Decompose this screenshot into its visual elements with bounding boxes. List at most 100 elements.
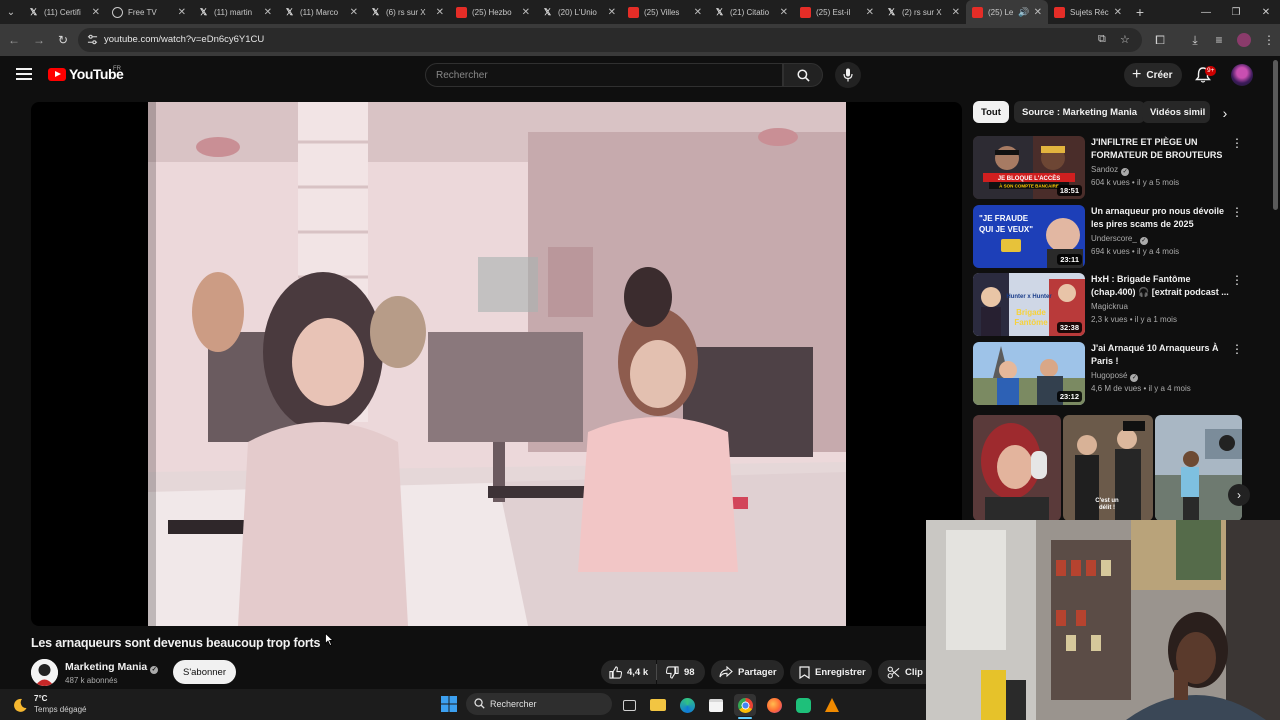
- search-box[interactable]: [425, 63, 783, 87]
- close-tab-icon[interactable]: ✕: [866, 7, 874, 18]
- extensions-icon[interactable]: ⧠: [1152, 32, 1168, 48]
- install-app-icon[interactable]: ⧉: [1098, 33, 1106, 46]
- subscribe-button[interactable]: S'abonner: [173, 660, 236, 684]
- recommended-title[interactable]: J'INFILTRE ET PIÈGE UN FORMATEUR DE BROU…: [1091, 136, 1231, 162]
- media-control-icon[interactable]: ≡: [1211, 32, 1227, 48]
- recommended-video[interactable]: "JE FRAUDE QUI JE VEUX" 23:11 Un arnaque…: [973, 205, 1253, 269]
- recommended-video[interactable]: 23:12 J'ai Arnaqué 10 Arnaqueurs À Paris…: [973, 342, 1253, 406]
- browser-tab[interactable]: (25) Est-il ✕: [794, 0, 880, 24]
- forward-icon[interactable]: →: [31, 32, 47, 48]
- weather-moon-icon[interactable]: [12, 697, 28, 713]
- url-text[interactable]: youtube.com/watch?v=eDn6cy6Y1CU: [104, 34, 264, 45]
- spotify-icon[interactable]: [792, 694, 814, 716]
- browser-tab-active[interactable]: (25) Le 🔊 ✕: [966, 0, 1048, 24]
- video-thumbnail[interactable]: "JE FRAUDE QUI JE VEUX" 23:11: [973, 205, 1085, 268]
- short-video[interactable]: [973, 415, 1061, 521]
- channel-name[interactable]: Marketing Mania ✓: [65, 661, 159, 674]
- tab-search-chevron-icon[interactable]: ⌄: [0, 0, 22, 24]
- more-options-icon[interactable]: ⋮: [1231, 273, 1243, 287]
- recommended-video[interactable]: JE BLOQUE L'ACCÈS À SON COMPTE BANCAIRE …: [973, 136, 1253, 200]
- shorts-next-button[interactable]: ›: [1228, 484, 1250, 506]
- more-options-icon[interactable]: ⋮: [1231, 342, 1243, 356]
- short-video[interactable]: [1155, 415, 1242, 521]
- close-tab-icon[interactable]: ✕: [780, 7, 788, 18]
- video-thumbnail[interactable]: Hunter x Hunter Brigade Fantôme 32:38: [973, 273, 1085, 336]
- site-info-icon[interactable]: [87, 34, 98, 45]
- close-tab-icon[interactable]: ✕: [952, 7, 960, 18]
- browser-tab[interactable]: 𝕏 (20) L'Unio ✕: [536, 0, 622, 24]
- minimize-icon[interactable]: —: [1190, 0, 1222, 24]
- recommended-title[interactable]: J'ai Arnaqué 10 Arnaqueurs À Paris !: [1091, 342, 1231, 368]
- recommended-channel[interactable]: Underscore_ ✓: [1091, 234, 1148, 245]
- chrome-icon[interactable]: [734, 694, 756, 716]
- weather-description[interactable]: Temps dégagé: [34, 705, 86, 714]
- close-tab-icon[interactable]: ✕: [694, 7, 702, 18]
- save-button[interactable]: Enregistrer: [790, 660, 872, 684]
- recommended-title[interactable]: HxH : Brigade Fantôme (chap.400) 🎧 [extr…: [1091, 273, 1231, 299]
- new-tab-button[interactable]: +: [1128, 4, 1152, 20]
- share-button[interactable]: Partager: [711, 660, 784, 684]
- close-window-icon[interactable]: ✕: [1250, 0, 1280, 24]
- close-tab-icon[interactable]: ✕: [522, 7, 530, 18]
- browser-menu-icon[interactable]: ⋮: [1261, 32, 1277, 48]
- back-icon[interactable]: ←: [6, 32, 22, 48]
- video-thumbnail[interactable]: 23:12: [973, 342, 1085, 405]
- taskbar-search[interactable]: Rechercher: [466, 693, 612, 715]
- close-tab-icon[interactable]: ✕: [608, 7, 616, 18]
- short-video[interactable]: C'est un délit !: [1063, 415, 1153, 521]
- microsoft-store-icon[interactable]: [705, 694, 727, 716]
- close-tab-icon[interactable]: ✕: [92, 7, 100, 18]
- close-tab-icon[interactable]: ✕: [178, 7, 186, 18]
- browser-tab[interactable]: (25) Villes ✕: [622, 0, 708, 24]
- download-icon[interactable]: ⤓: [1187, 32, 1203, 48]
- weather-temperature[interactable]: 7°C: [34, 694, 47, 703]
- recommended-title[interactable]: Un arnaqueur pro nous dévoile les pires …: [1091, 205, 1231, 231]
- firefox-icon[interactable]: [763, 694, 785, 716]
- recommended-channel[interactable]: Sandoz ✓: [1091, 165, 1130, 176]
- vlc-icon[interactable]: [821, 694, 843, 716]
- recommended-channel[interactable]: Hugoposé ✓: [1091, 371, 1139, 382]
- browser-tab[interactable]: 𝕏 (11) Certifi ✕: [22, 0, 106, 24]
- video-player[interactable]: [31, 102, 962, 626]
- browser-tab[interactable]: Sujets Réc ✕: [1048, 0, 1128, 24]
- restore-icon[interactable]: ❐: [1220, 0, 1252, 24]
- browser-tab[interactable]: (25) Hezbo ✕: [450, 0, 536, 24]
- more-options-icon[interactable]: ⋮: [1231, 136, 1243, 150]
- video-thumbnail[interactable]: JE BLOQUE L'ACCÈS À SON COMPTE BANCAIRE …: [973, 136, 1085, 199]
- browser-tab[interactable]: 𝕏 (2) rs sur X ✕: [880, 0, 966, 24]
- close-tab-icon[interactable]: ✕: [264, 7, 272, 18]
- menu-icon[interactable]: [16, 68, 32, 80]
- windows-start-icon[interactable]: [441, 696, 457, 712]
- chevron-right-icon[interactable]: ›: [1216, 104, 1234, 122]
- more-options-icon[interactable]: ⋮: [1231, 205, 1243, 219]
- recommended-channel[interactable]: Magickrua: [1091, 302, 1128, 311]
- account-avatar[interactable]: [1231, 64, 1253, 86]
- file-explorer-icon[interactable]: [647, 694, 669, 716]
- close-tab-icon[interactable]: ✕: [350, 7, 358, 18]
- voice-search-button[interactable]: [835, 62, 861, 88]
- browser-tab[interactable]: Free TV ✕: [106, 0, 192, 24]
- page-scrollbar[interactable]: [1273, 60, 1278, 210]
- chip-similar-videos[interactable]: Vidéos simil: [1142, 101, 1210, 123]
- address-bar[interactable]: youtube.com/watch?v=eDn6cy6Y1CU ⧉ ☆: [78, 28, 1142, 52]
- chip-source[interactable]: Source : Marketing Mania: [1014, 101, 1146, 123]
- search-button[interactable]: [783, 63, 823, 87]
- browser-tab[interactable]: 𝕏 (6) rs sur X ✕: [364, 0, 450, 24]
- browser-tab[interactable]: 𝕏 (21) Citatio ✕: [708, 0, 794, 24]
- create-button[interactable]: + Créer: [1124, 63, 1182, 87]
- video-frame[interactable]: [148, 102, 846, 626]
- browser-tab[interactable]: 𝕏 (11) Marco ✕: [278, 0, 364, 24]
- clip-button[interactable]: Clip: [878, 660, 926, 684]
- reload-icon[interactable]: ↻: [55, 32, 71, 48]
- close-tab-icon[interactable]: ✕: [1114, 7, 1122, 18]
- task-view-icon[interactable]: [618, 694, 640, 716]
- like-button[interactable]: 4,4 k: [601, 660, 656, 684]
- close-tab-icon[interactable]: ✕: [1034, 7, 1042, 18]
- search-input[interactable]: [436, 67, 766, 83]
- browser-tab[interactable]: 𝕏 (11) martin ✕: [192, 0, 278, 24]
- audio-playing-icon[interactable]: 🔊: [1018, 7, 1029, 18]
- edge-browser-icon[interactable]: [676, 694, 698, 716]
- chip-all[interactable]: Tout: [973, 101, 1009, 123]
- bookmark-star-icon[interactable]: ☆: [1120, 33, 1130, 46]
- close-tab-icon[interactable]: ✕: [436, 7, 444, 18]
